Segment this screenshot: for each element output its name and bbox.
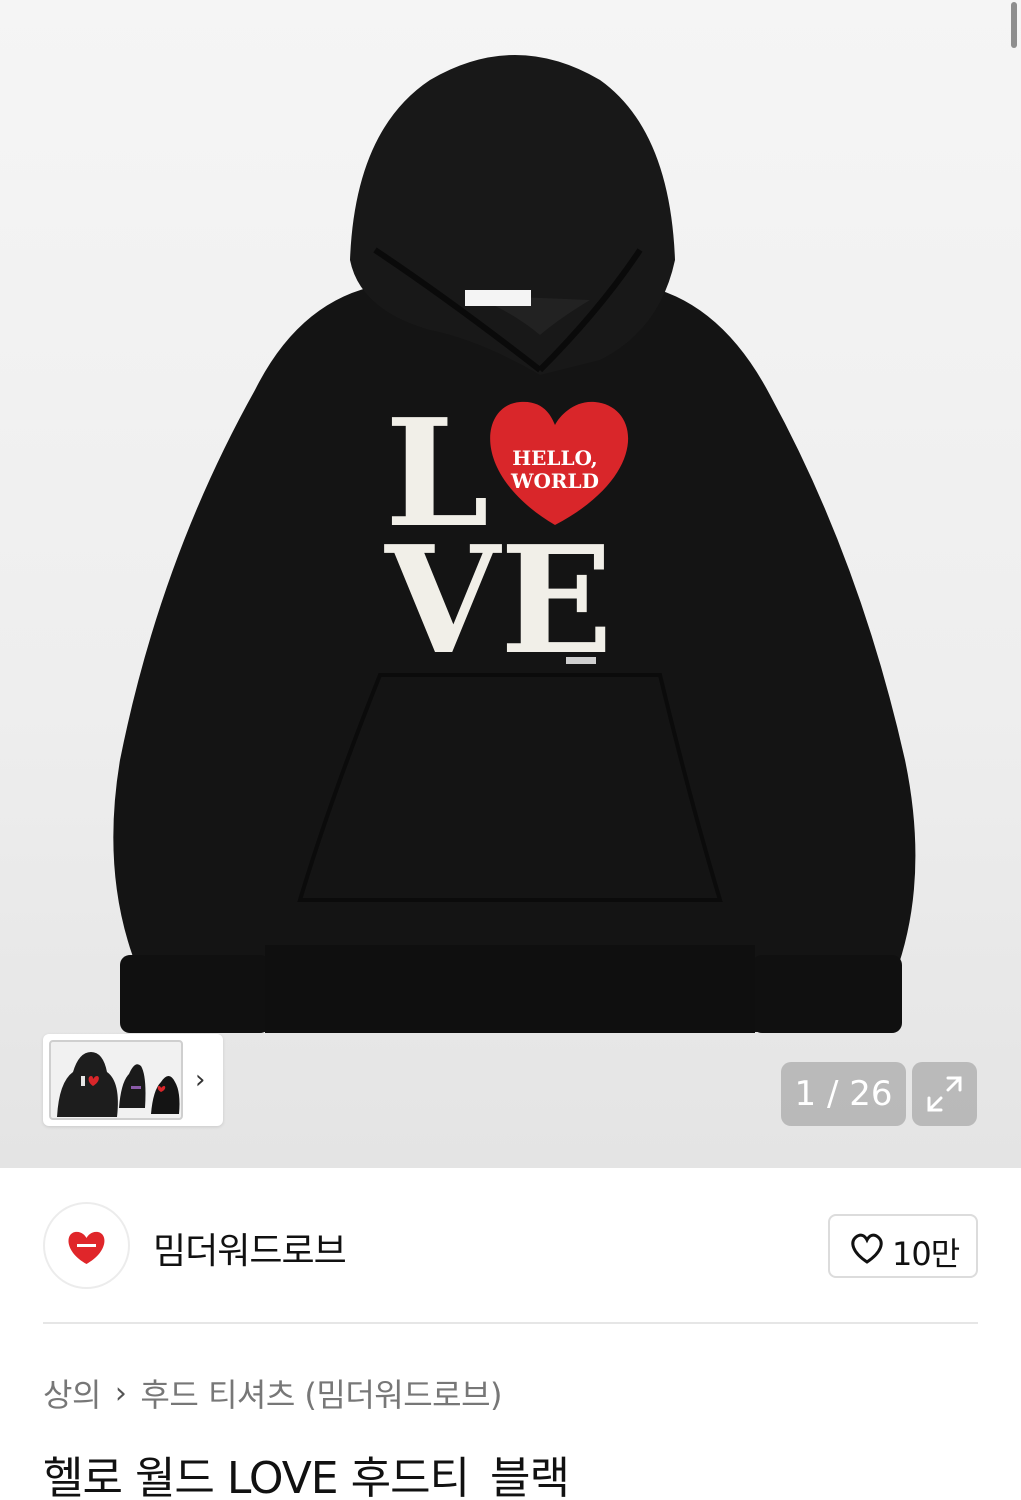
thumbnail-strip[interactable]: › (43, 1034, 223, 1126)
like-count: 10만 (892, 1235, 960, 1273)
print-brand-tag (566, 657, 596, 664)
image-counter: 1 / 26 (781, 1062, 906, 1126)
neck-label (465, 290, 531, 306)
product-image-gallery[interactable]: L HELLO, WORLD V E › 1 / 26 (0, 0, 1021, 1168)
product-title: 헬로 월드 LOVE 후드티_블랙 (43, 1453, 570, 1500)
heart-logo-icon (68, 1231, 105, 1264)
print-letter-v: V (384, 513, 502, 687)
product-image: L HELLO, WORLD V E (113, 55, 916, 1033)
divider (43, 1322, 978, 1324)
scrollbar[interactable] (1011, 2, 1017, 48)
thumbnail-preview[interactable] (49, 1040, 183, 1120)
breadcrumb: 상의 › 후드 티셔츠 (밈더워드로브) (43, 1370, 503, 1416)
chevron-right-icon[interactable]: › (195, 1067, 211, 1093)
expand-icon[interactable] (912, 1062, 977, 1126)
print-world: WORLD (510, 469, 599, 493)
heart-outline-icon (851, 1233, 883, 1264)
chevron-right-icon: › (114, 1375, 127, 1411)
breadcrumb-category[interactable]: 상의 (43, 1376, 101, 1414)
brand-logo[interactable] (43, 1202, 130, 1289)
brand-name[interactable]: 밈더워드로브 (153, 1222, 347, 1274)
brand-row: 밈더워드로브 10만 (43, 1200, 978, 1290)
print-hello: HELLO, (512, 446, 597, 470)
like-button[interactable]: 10만 (828, 1214, 978, 1278)
breadcrumb-subcategory[interactable]: 후드 티셔츠 (밈더워드로브) (140, 1376, 502, 1414)
